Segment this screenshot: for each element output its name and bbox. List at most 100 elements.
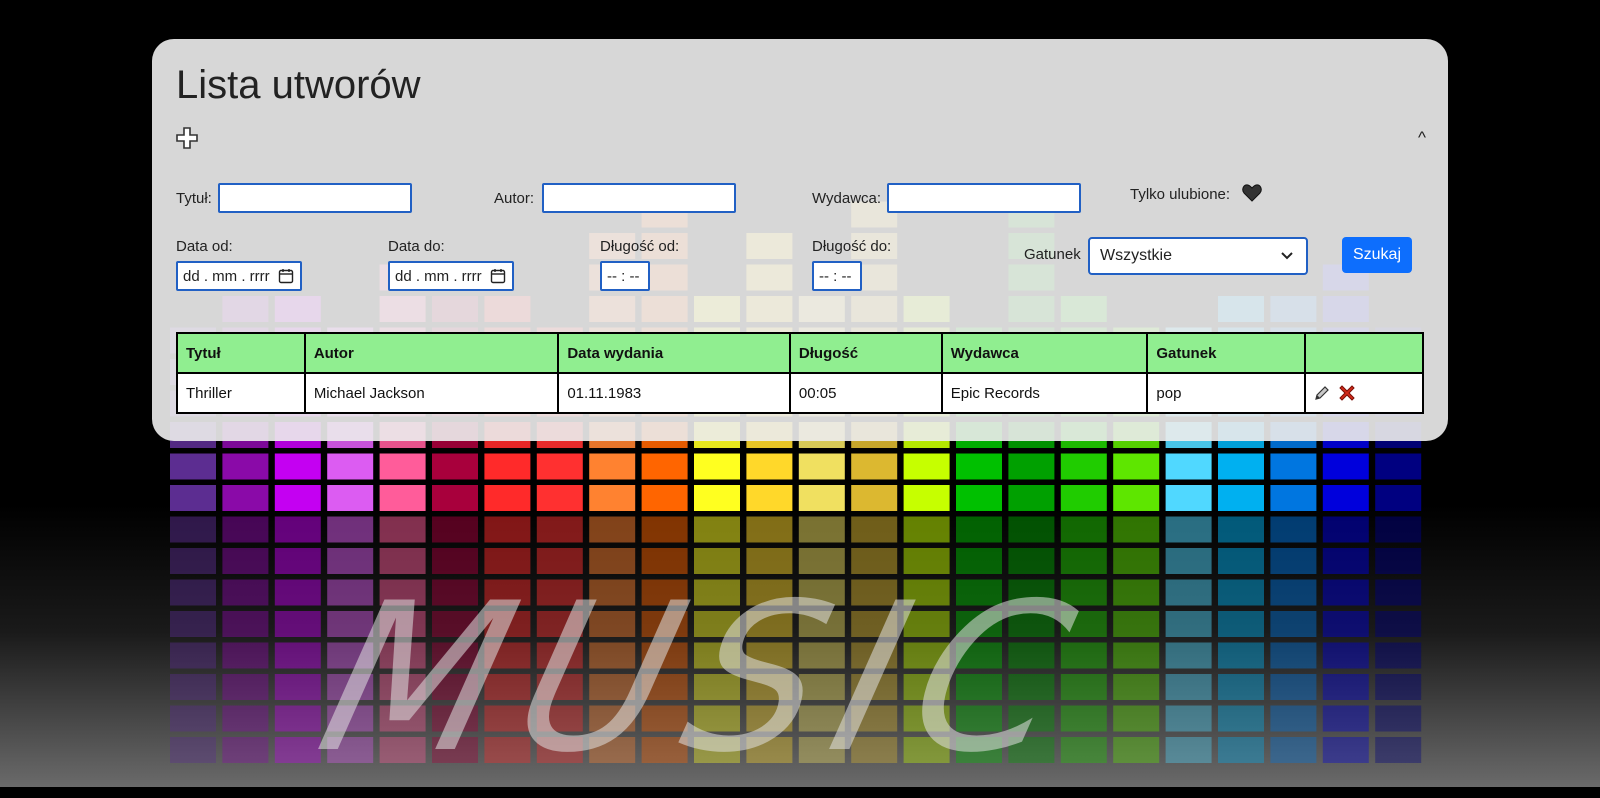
eq-cell [798, 516, 845, 543]
eq-cell [1375, 516, 1422, 543]
eq-cell [1270, 516, 1317, 543]
eq-cell [1218, 579, 1264, 606]
length-from-input[interactable]: -- : -- [600, 261, 650, 291]
eq-cell [1113, 516, 1160, 543]
songs-table: Tytuł Autor Data wydania Długość Wydawca… [176, 332, 1424, 414]
eq-cell [1375, 485, 1422, 511]
eq-cell [222, 516, 269, 543]
length-to-input[interactable]: -- : -- [812, 261, 862, 291]
eq-cell [327, 485, 374, 511]
eq-cell [903, 453, 950, 480]
date-from-input[interactable]: dd . mm . rrrr [176, 261, 302, 291]
title-filter-input[interactable] [218, 183, 412, 213]
header-genre[interactable]: Gatunek [1146, 332, 1307, 374]
header-release-date[interactable]: Data wydania [557, 332, 791, 374]
header-title[interactable]: Tytuł [176, 332, 306, 374]
eq-cell [1322, 674, 1369, 700]
eq-cell [1218, 516, 1264, 543]
eq-cell [222, 674, 269, 700]
eq-cell [1165, 705, 1212, 732]
header-publisher[interactable]: Wydawca [940, 332, 1149, 374]
eq-cell [1270, 548, 1317, 574]
eq-cell [274, 611, 321, 637]
eq-cell [1218, 737, 1264, 763]
date-from-placeholder: dd . mm . rrrr [183, 268, 270, 285]
eq-cell [1270, 642, 1317, 669]
eq-cell [1270, 611, 1317, 637]
publisher-filter-input[interactable] [887, 183, 1081, 213]
eq-cell [956, 485, 1002, 511]
length-to-placeholder: -- : -- [819, 268, 852, 285]
eq-cell [1113, 642, 1160, 669]
songs-panel: Lista utworów ^ Tytuł: Autor: Wydawca: T… [152, 39, 1448, 441]
eq-cell [484, 516, 531, 543]
eq-cell [274, 548, 321, 574]
cell-publisher: Epic Records [940, 372, 1149, 414]
eq-cell [1375, 737, 1422, 763]
eq-cell [432, 453, 478, 480]
eq-cell [1008, 453, 1055, 480]
eq-cell [1165, 611, 1212, 637]
eq-cell [222, 579, 269, 606]
music-watermark: MUSIC [300, 560, 1111, 798]
length-from-label: Długość od: [600, 238, 680, 255]
caret-up-icon[interactable]: ^ [1418, 128, 1426, 148]
date-from-label: Data od: [176, 238, 233, 255]
author-filter-input[interactable] [542, 183, 736, 213]
eq-cell [1270, 453, 1317, 480]
cell-actions [1304, 372, 1424, 414]
eq-cell [1008, 485, 1055, 511]
header-length[interactable]: Długość [788, 332, 943, 374]
eq-cell [1060, 737, 1107, 763]
title-filter-label: Tytuł: [176, 190, 212, 207]
eq-cell [1322, 611, 1369, 637]
eq-cell [1113, 705, 1160, 732]
eq-cell [1270, 485, 1317, 511]
pencil-icon[interactable] [1314, 385, 1330, 401]
eq-cell [1060, 485, 1107, 511]
eq-cell [1322, 453, 1369, 480]
eq-cell [1165, 548, 1212, 574]
genre-select[interactable]: Wszystkie [1088, 237, 1308, 275]
header-author[interactable]: Autor [303, 332, 560, 374]
eq-cell [956, 516, 1002, 543]
eq-cell [1270, 579, 1317, 606]
eq-cell [1113, 579, 1160, 606]
eq-cell [1322, 516, 1369, 543]
eq-cell [1270, 674, 1317, 700]
search-button[interactable]: Szukaj [1342, 237, 1412, 273]
calendar-icon[interactable] [278, 268, 294, 284]
eq-cell [1322, 642, 1369, 669]
eq-cell [274, 674, 321, 700]
eq-cell [694, 485, 740, 511]
eq-cell [170, 579, 216, 606]
eq-cell [1113, 737, 1160, 763]
eq-cell [1165, 674, 1212, 700]
eq-cell [274, 485, 321, 511]
date-to-input[interactable]: dd . mm . rrrr [388, 261, 514, 291]
eq-cell [1375, 674, 1422, 700]
eq-cell [1322, 485, 1369, 511]
eq-cell [746, 485, 793, 511]
eq-cell [641, 516, 688, 543]
eq-cell [1375, 548, 1422, 574]
eq-cell [589, 516, 636, 543]
page-title: Lista utworów [176, 63, 421, 107]
eq-cell [641, 485, 688, 511]
eq-cell [1322, 579, 1369, 606]
eq-cell [484, 453, 531, 480]
eq-cell [1322, 705, 1369, 732]
eq-cell [798, 453, 845, 480]
eq-cell [798, 485, 845, 511]
eq-cell [851, 485, 898, 511]
eq-cell [1218, 611, 1264, 637]
eq-cell [170, 453, 216, 480]
eq-cell [1322, 737, 1369, 763]
genre-label: Gatunek [1024, 246, 1081, 263]
heart-icon[interactable] [1242, 184, 1262, 202]
eq-cell [1375, 642, 1422, 669]
close-x-icon[interactable] [1337, 383, 1357, 403]
calendar-icon[interactable] [490, 268, 506, 284]
plus-icon[interactable] [176, 127, 198, 149]
eq-cell [694, 516, 740, 543]
